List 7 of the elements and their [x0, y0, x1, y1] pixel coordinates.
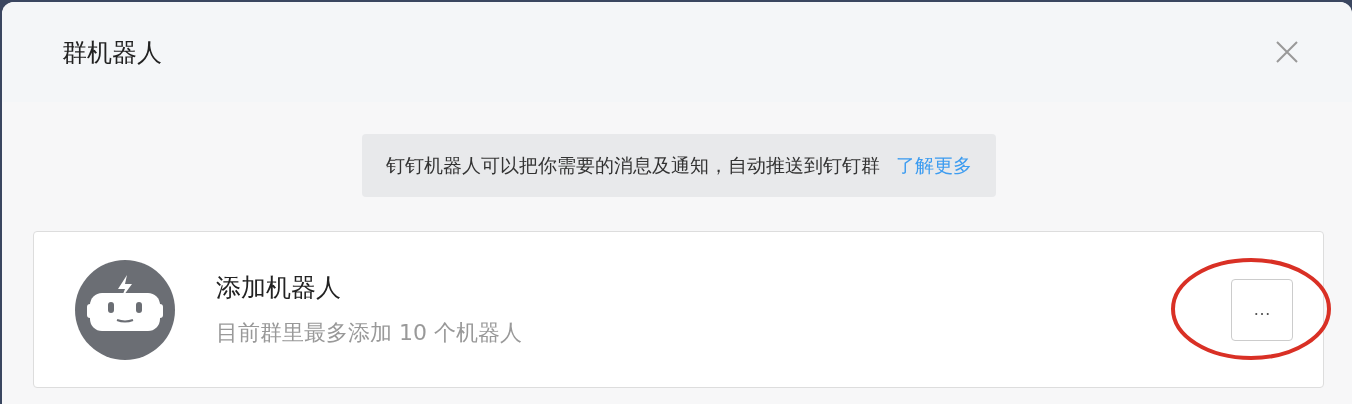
notice-text: 钉钉机器人可以把你需要的消息及通知，自动推送到钉钉群	[385, 152, 880, 178]
close-icon	[1275, 40, 1299, 64]
robot-card-subtitle: 目前群里最多添加 10 个机器人	[216, 319, 523, 347]
more-button[interactable]: …	[1231, 278, 1293, 341]
dialog-title: 群机器人	[62, 36, 162, 69]
robot-icon	[74, 258, 176, 361]
robot-card-title: 添加机器人	[216, 272, 342, 304]
